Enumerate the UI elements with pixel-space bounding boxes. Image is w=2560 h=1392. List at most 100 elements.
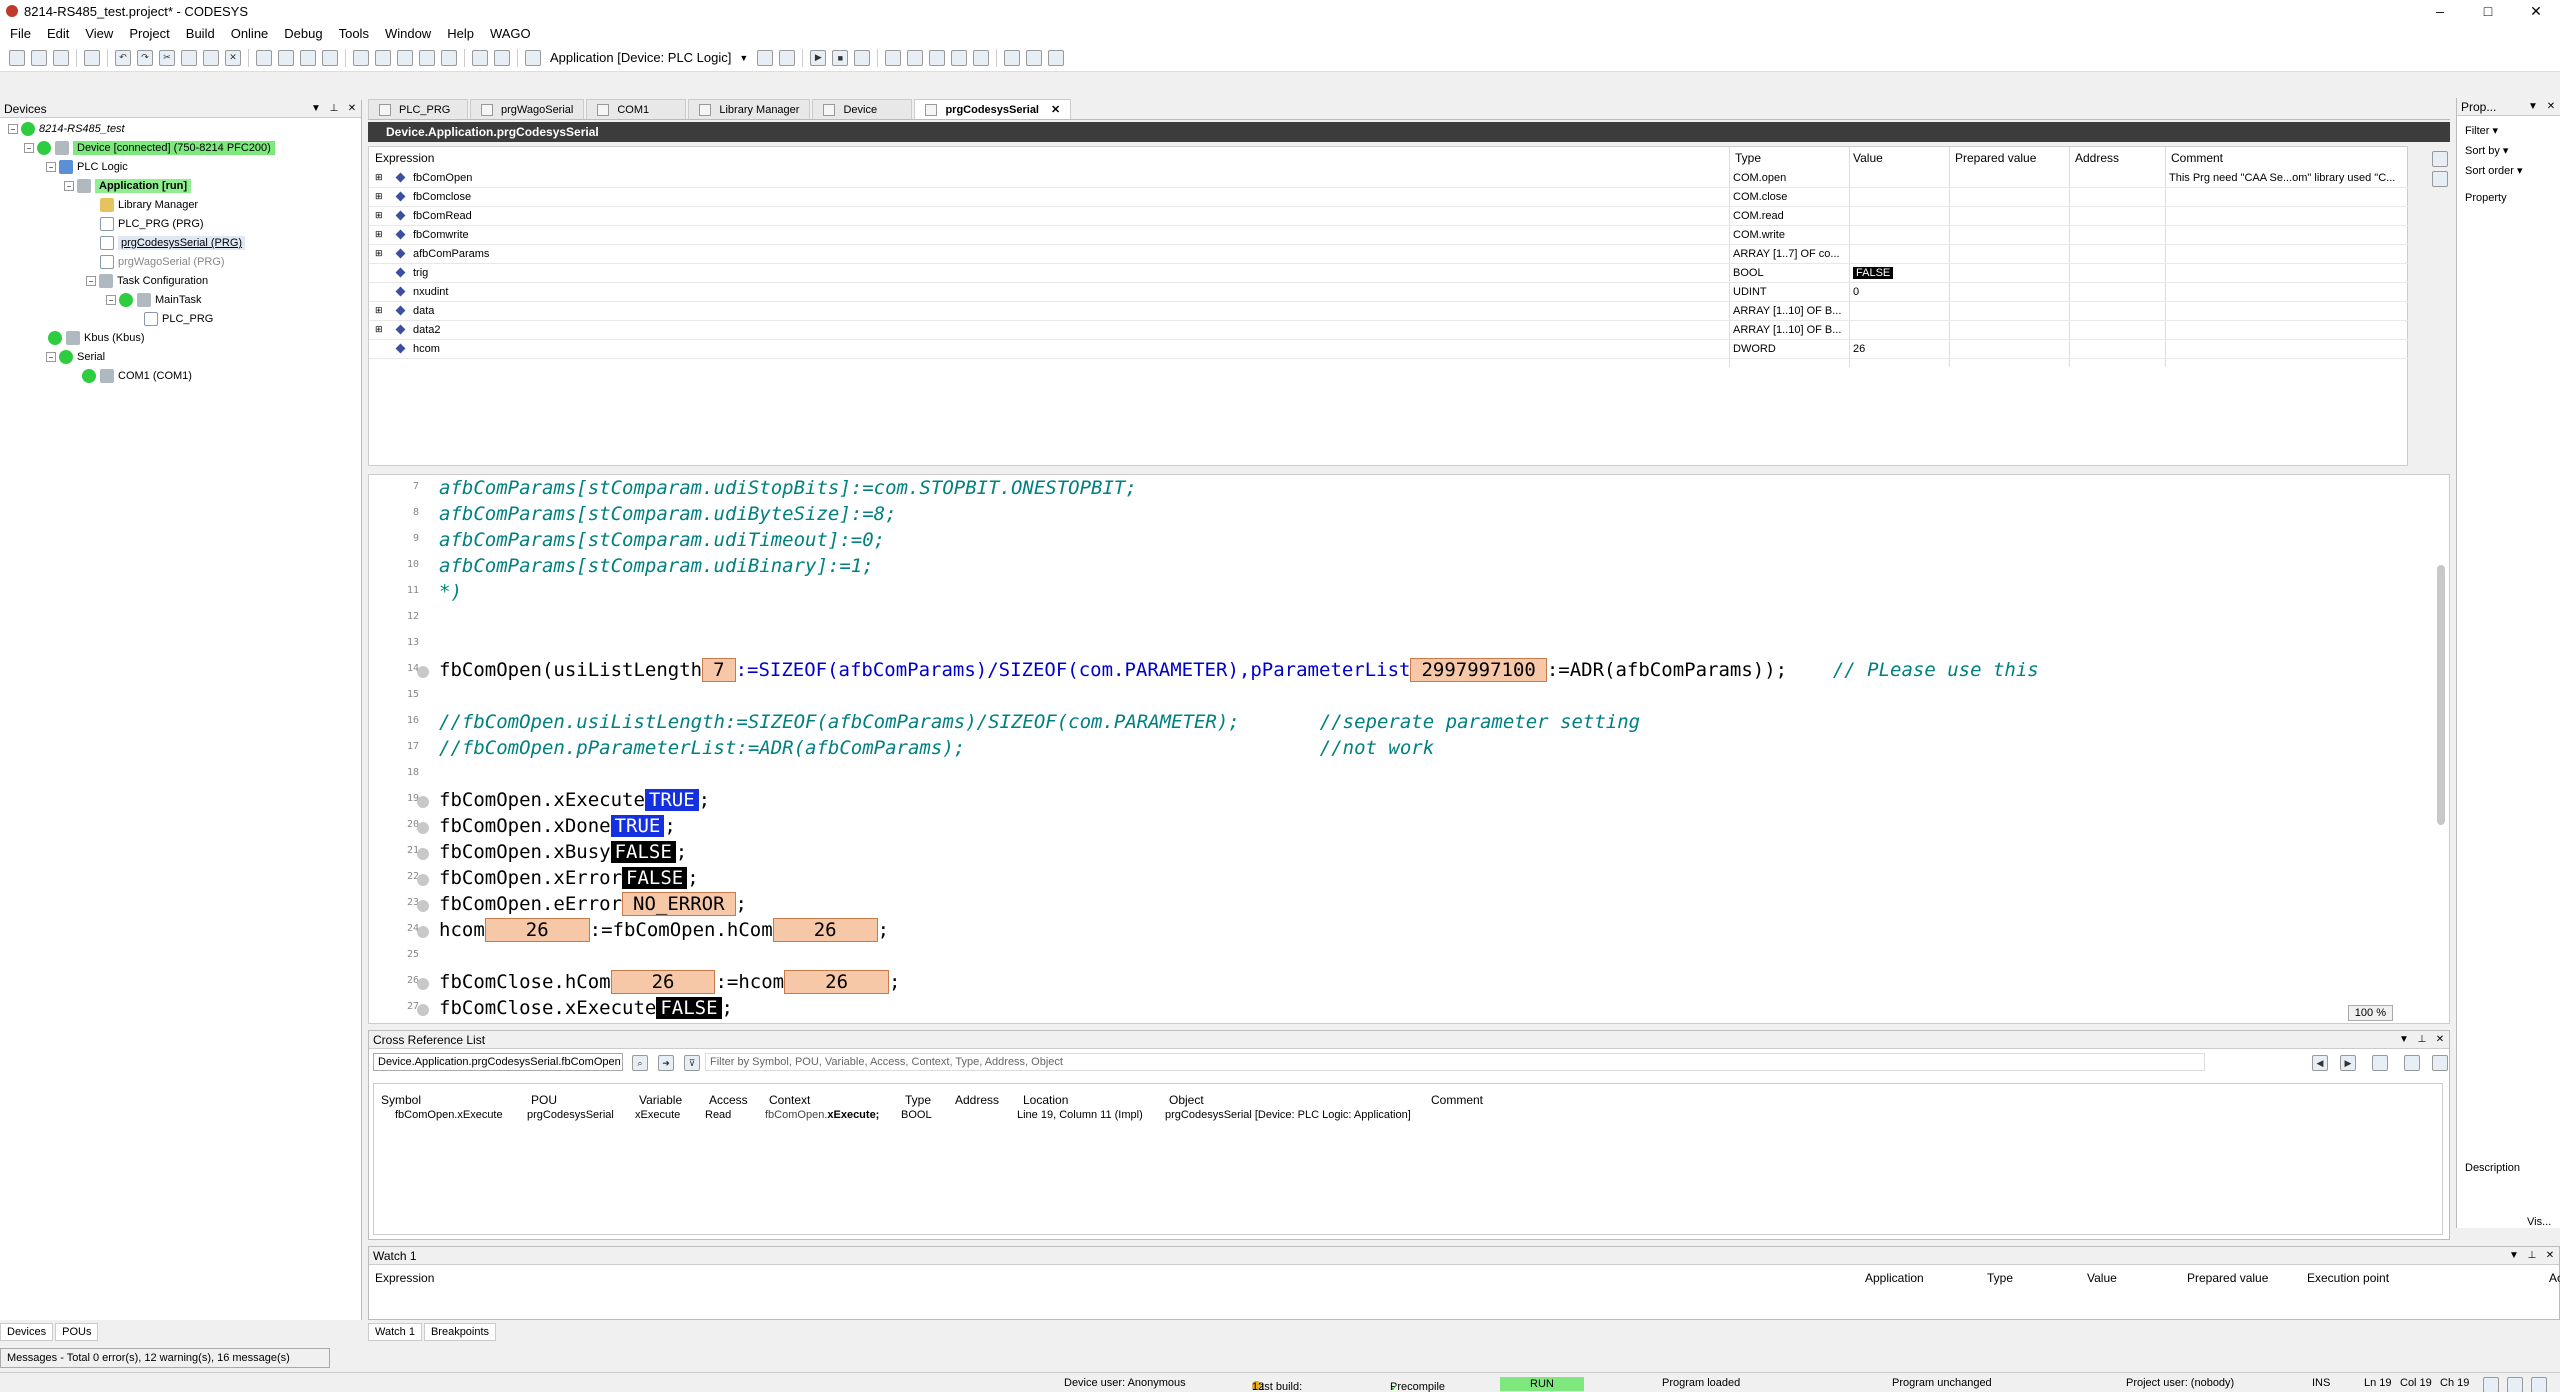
build-icon[interactable]: [441, 49, 457, 66]
expand-icon[interactable]: ⊞: [375, 248, 383, 259]
sort-by-button[interactable]: Sort by ▾: [2465, 144, 2508, 157]
tree-item-serial[interactable]: − Serial: [46, 348, 105, 366]
zoom-level[interactable]: 100 %: [2347, 1005, 2393, 1021]
undo-icon[interactable]: ↶: [115, 49, 131, 66]
sort-order-button[interactable]: Sort order ▾: [2465, 164, 2523, 177]
chevron-down-icon[interactable]: ▼: [2505, 1250, 2523, 1261]
step-into-icon[interactable]: [907, 49, 924, 66]
collapse-icon[interactable]: −: [64, 181, 74, 191]
breakpoint-marker[interactable]: [417, 666, 429, 678]
paste-icon[interactable]: [203, 49, 219, 66]
visualization-tab[interactable]: Vis...: [2527, 1216, 2551, 1228]
watch-col-extra[interactable]: Ac: [2549, 1271, 2560, 1285]
breakpoint-marker[interactable]: [417, 822, 429, 834]
monitor-value[interactable]: 26: [610, 970, 716, 994]
collapse-icon[interactable]: −: [46, 162, 56, 172]
col-header-address[interactable]: Address: [2075, 151, 2119, 167]
monitor-value[interactable]: TRUE: [610, 815, 665, 837]
table-row[interactable]: ⊞ data2 ARRAY [1..10] OF B...: [369, 321, 2409, 340]
find-previous-icon[interactable]: [322, 49, 338, 66]
table-row[interactable]: hcom DWORD 26: [369, 340, 2409, 359]
monitor-value[interactable]: TRUE: [644, 789, 699, 811]
find-icon[interactable]: [256, 49, 272, 66]
monitor-value[interactable]: 2997997100: [1410, 658, 1547, 682]
collapse-icon[interactable]: −: [86, 276, 96, 286]
table-row[interactable]: ⊞ fbComRead COM.read: [369, 207, 2409, 226]
monitor-value[interactable]: 26: [484, 918, 590, 942]
tree-item-main-task[interactable]: − MainTask: [106, 291, 201, 309]
xref-col-type[interactable]: Type: [905, 1093, 931, 1109]
table-row[interactable]: ⊞ fbComclose COM.close: [369, 188, 2409, 207]
pin-icon[interactable]: ⊥: [2413, 1034, 2431, 1045]
run-to-cursor-icon[interactable]: [951, 49, 968, 66]
filter-button[interactable]: Filter ▾: [2465, 124, 2498, 137]
close-icon[interactable]: ✕: [2431, 1034, 2449, 1045]
expand-icon[interactable]: ⊞: [375, 305, 383, 316]
bookmark-next-icon[interactable]: [375, 49, 391, 66]
maximize-button[interactable]: □: [2464, 0, 2512, 22]
xref-col-address[interactable]: Address: [955, 1093, 999, 1109]
breakpoint-marker[interactable]: [417, 796, 429, 808]
breakpoint-marker[interactable]: [417, 848, 429, 860]
menu-view[interactable]: View: [85, 26, 113, 41]
menu-edit[interactable]: Edit: [47, 26, 69, 41]
device-icon[interactable]: [525, 49, 541, 66]
collapse-icon[interactable]: −: [8, 124, 18, 134]
reset-icon[interactable]: [854, 49, 871, 66]
tree-item-kbus[interactable]: Kbus (Kbus): [48, 329, 145, 347]
xref-col-variable[interactable]: Variable: [639, 1093, 682, 1109]
menu-file[interactable]: File: [10, 26, 31, 41]
menu-project[interactable]: Project: [129, 26, 169, 41]
window-layout-icon[interactable]: [472, 49, 488, 66]
monitor-value[interactable]: 7: [702, 658, 736, 682]
watch-col-type[interactable]: Type: [1987, 1271, 2013, 1285]
breakpoint-marker[interactable]: [417, 1004, 429, 1016]
step-over-icon[interactable]: [885, 49, 902, 66]
start-icon[interactable]: ▶: [810, 49, 827, 66]
table-row[interactable]: trig BOOL FALSE: [369, 264, 2409, 283]
open-project-icon[interactable]: [31, 49, 47, 66]
online-config-icon[interactable]: [494, 49, 510, 66]
xref-col-access[interactable]: Access: [709, 1093, 748, 1109]
expand-icon[interactable]: ⊞: [375, 172, 383, 183]
breakpoint-marker[interactable]: [417, 926, 429, 938]
menu-wago[interactable]: WAGO: [490, 26, 531, 41]
previous-icon[interactable]: ◀: [2312, 1055, 2328, 1071]
menu-help[interactable]: Help: [447, 26, 474, 41]
minimize-button[interactable]: –: [2416, 0, 2464, 22]
collapse-icon[interactable]: −: [106, 295, 116, 305]
text-view-icon[interactable]: [2432, 171, 2448, 187]
tab-watch-1[interactable]: Watch 1: [368, 1323, 422, 1341]
collapse-icon[interactable]: −: [46, 352, 56, 362]
col-header-expression[interactable]: Expression: [375, 151, 434, 167]
menu-debug[interactable]: Debug: [284, 26, 322, 41]
tab-devices[interactable]: Devices: [0, 1323, 54, 1341]
close-tab-icon[interactable]: ✕: [1051, 103, 1060, 116]
tab-prg-codesys-serial[interactable]: prgCodesysSerial ✕: [914, 99, 1072, 119]
menu-build[interactable]: Build: [186, 26, 215, 41]
next-icon[interactable]: ▶: [2340, 1055, 2356, 1071]
tree-item-com1[interactable]: COM1 (COM1): [82, 367, 192, 385]
tab-prg-wago-serial[interactable]: prgWagoSerial: [470, 99, 585, 119]
tab-com1[interactable]: COM1: [586, 99, 687, 119]
watch-col-application[interactable]: Application: [1865, 1271, 1924, 1285]
table-view-icon[interactable]: [2432, 151, 2448, 167]
tree-item-plc-logic[interactable]: − PLC Logic: [46, 158, 128, 176]
tree-item-library-manager[interactable]: Library Manager: [100, 196, 198, 214]
tree-item-project[interactable]: −8214-RS485_test: [8, 120, 125, 138]
logout-icon[interactable]: [779, 49, 796, 66]
col-header-prepared[interactable]: Prepared value: [1955, 151, 2036, 167]
menu-window[interactable]: Window: [385, 26, 431, 41]
breakpoint-marker[interactable]: [417, 900, 429, 912]
messages-bar[interactable]: Messages - Total 0 error(s), 12 warning(…: [0, 1348, 330, 1368]
tree-item-prg-wago-serial[interactable]: prgWagoSerial (PRG): [100, 253, 225, 271]
no-connection-icon[interactable]: [2531, 1377, 2547, 1392]
tree-item-device[interactable]: − Device [connected] (750-8214 PFC200): [24, 139, 275, 157]
lock-icon[interactable]: [2507, 1377, 2523, 1392]
login-icon[interactable]: [757, 49, 774, 66]
watch-col-expression[interactable]: Expression: [375, 1271, 434, 1285]
print-icon[interactable]: [84, 49, 100, 66]
chevron-down-icon[interactable]: ▼: [2395, 1034, 2413, 1045]
tab-device[interactable]: Device: [812, 99, 913, 119]
expand-icon[interactable]: [2372, 1055, 2388, 1071]
